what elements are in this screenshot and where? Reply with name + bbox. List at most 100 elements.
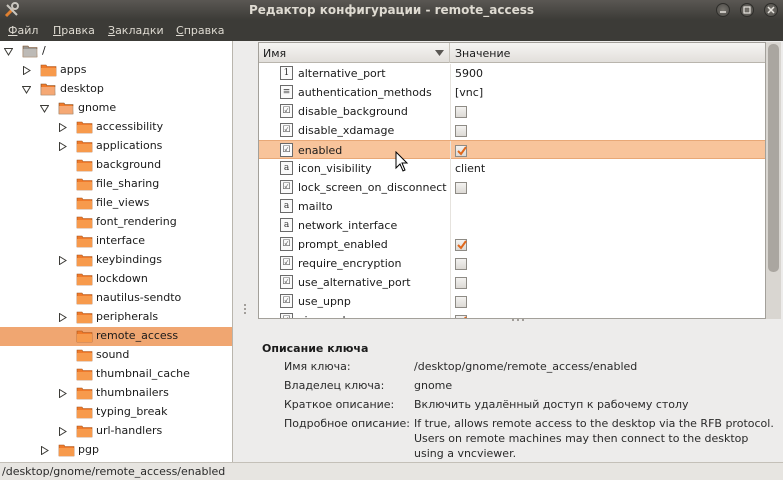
folder-icon	[76, 349, 93, 362]
key-name: authentication_methods	[298, 86, 432, 99]
key-value[interactable]: [vnc]	[455, 86, 483, 99]
value-checkbox[interactable]	[455, 106, 467, 118]
expander-collapsed-icon[interactable]	[58, 313, 67, 322]
tree-item-file-sharing[interactable]: file_sharing	[0, 175, 232, 194]
tree-item-desktop[interactable]: desktop	[0, 80, 232, 99]
tree-item-url-handlers[interactable]: url-handlers	[0, 422, 232, 441]
value-checkbox[interactable]	[455, 145, 467, 157]
tree-item-applications[interactable]: applications	[0, 137, 232, 156]
value-checkbox[interactable]	[455, 296, 467, 308]
column-header-value-label: Значение	[455, 47, 511, 60]
tree-item-font-rendering[interactable]: font_rendering	[0, 213, 232, 232]
pane-splitter[interactable]	[233, 41, 258, 462]
tree-item-pgp[interactable]: pgp	[0, 441, 232, 460]
value-checkbox[interactable]	[455, 315, 467, 318]
boolean-key-icon: ☑	[280, 313, 293, 318]
key-name: network_interface	[298, 219, 398, 232]
key-row-icon-visibility[interactable]: a icon_visibility client	[259, 159, 765, 178]
menu-edit[interactable]: Правка	[53, 24, 95, 37]
folder-icon	[76, 197, 93, 210]
list-header: Имя Значение	[259, 43, 765, 63]
expander-collapsed-icon[interactable]	[58, 389, 67, 398]
folder-icon	[76, 140, 93, 153]
value-checkbox[interactable]	[455, 125, 467, 137]
tree-item-apps[interactable]: apps	[0, 61, 232, 80]
expander-collapsed-icon[interactable]	[22, 66, 31, 75]
column-separator	[450, 141, 451, 160]
boolean-key-icon: ☑	[280, 180, 293, 194]
key-tree[interactable]: / apps desktop gnome accessibility applicatio…	[0, 41, 233, 462]
maximize-button[interactable]	[740, 3, 754, 17]
status-text: /desktop/gnome/remote_access/enabled	[2, 465, 226, 478]
folder-icon	[58, 444, 75, 457]
value-checkbox[interactable]	[455, 239, 467, 251]
key-value[interactable]: client	[455, 162, 485, 175]
tree-item-lockdown[interactable]: lockdown	[0, 270, 232, 289]
key-row-disable-background[interactable]: ☑ disable_background	[259, 102, 765, 121]
value-checkbox[interactable]	[455, 258, 467, 270]
column-separator	[450, 197, 451, 216]
tree-item-label: typing_break	[96, 405, 168, 418]
key-row-enabled[interactable]: ☑ enabled	[259, 140, 765, 160]
expander-collapsed-icon[interactable]	[58, 142, 67, 151]
tree-item-typing-break[interactable]: typing_break	[0, 403, 232, 422]
key-value[interactable]: 5900	[455, 67, 483, 80]
tree-item--[interactable]: /	[0, 42, 232, 61]
tree-item-gnome[interactable]: gnome	[0, 99, 232, 118]
expander-collapsed-icon[interactable]	[58, 256, 67, 265]
key-row-require-encryption[interactable]: ☑ require_encryption	[259, 254, 765, 273]
menu-help[interactable]: Справка	[176, 24, 224, 37]
tree-item-background[interactable]: background	[0, 156, 232, 175]
minimize-button[interactable]	[716, 3, 730, 17]
tree-item-file-views[interactable]: file_views	[0, 194, 232, 213]
expander-collapsed-icon[interactable]	[58, 427, 67, 436]
tree-item-remote-access[interactable]: remote_access	[0, 327, 232, 346]
folder-icon	[76, 368, 93, 381]
tree-item-label: apps	[60, 63, 87, 76]
tree-item-peripherals[interactable]: peripherals	[0, 308, 232, 327]
key-row-alternative-port[interactable]: 1 alternative_port 5900	[259, 64, 765, 83]
value-checkbox[interactable]	[455, 277, 467, 289]
expander-expanded-icon[interactable]	[4, 47, 13, 56]
string-key-icon: a	[280, 161, 293, 175]
key-name: enabled	[298, 144, 343, 157]
tree-item-label: peripherals	[96, 310, 159, 323]
key-list[interactable]: Имя Значение 1 alternative_port 5900 ≡ authe…	[258, 42, 766, 319]
tree-item-keybindings[interactable]: keybindings	[0, 251, 232, 270]
key-row-authentication-methods[interactable]: ≡ authentication_methods [vnc]	[259, 83, 765, 102]
close-button[interactable]	[764, 3, 778, 17]
key-row-disable-xdamage[interactable]: ☑ disable_xdamage	[259, 121, 765, 140]
list-scrollbar[interactable]	[766, 42, 781, 319]
tree-item-interface[interactable]: interface	[0, 232, 232, 251]
tree-item-accessibility[interactable]: accessibility	[0, 118, 232, 137]
tree-item-sound[interactable]: sound	[0, 346, 232, 365]
tree-item-thumbnailers[interactable]: thumbnailers	[0, 384, 232, 403]
tree-item-label: applications	[96, 139, 163, 152]
column-header-name[interactable]: Имя	[259, 43, 450, 63]
tree-item-nautilus-sendto[interactable]: nautilus-sendto	[0, 289, 232, 308]
expander-collapsed-icon[interactable]	[58, 123, 67, 132]
expander-expanded-icon[interactable]	[40, 104, 49, 113]
value-checkbox[interactable]	[455, 182, 467, 194]
maximize-icon	[743, 6, 751, 14]
tree-item-thumbnail-cache[interactable]: thumbnail_cache	[0, 365, 232, 384]
column-separator	[450, 121, 451, 140]
expander-collapsed-icon[interactable]	[40, 446, 49, 455]
menu-file[interactable]: Файл	[8, 24, 38, 37]
column-header-value[interactable]: Значение	[451, 43, 765, 63]
column-separator	[450, 311, 451, 318]
key-row-lock-screen-on-disconnect[interactable]: ☑ lock_screen_on_disconnect	[259, 178, 765, 197]
tree-item-label: lockdown	[96, 272, 148, 285]
column-separator	[450, 83, 451, 102]
menu-bookmarks[interactable]: Закладки	[108, 24, 164, 37]
boolean-key-icon: ☑	[280, 294, 293, 308]
key-row-use-upnp[interactable]: ☑ use_upnp	[259, 292, 765, 311]
expander-expanded-icon[interactable]	[22, 85, 31, 94]
list-scrollbar-thumb[interactable]	[768, 44, 779, 272]
key-row-prompt-enabled[interactable]: ☑ prompt_enabled	[259, 235, 765, 254]
key-row-use-alternative-port[interactable]: ☑ use_alternative_port	[259, 273, 765, 292]
boolean-key-icon: ☑	[280, 123, 293, 137]
key-row-network-interface[interactable]: a network_interface	[259, 216, 765, 235]
key-row-mailto[interactable]: a mailto	[259, 197, 765, 216]
boolean-key-icon: ☑	[280, 143, 293, 157]
